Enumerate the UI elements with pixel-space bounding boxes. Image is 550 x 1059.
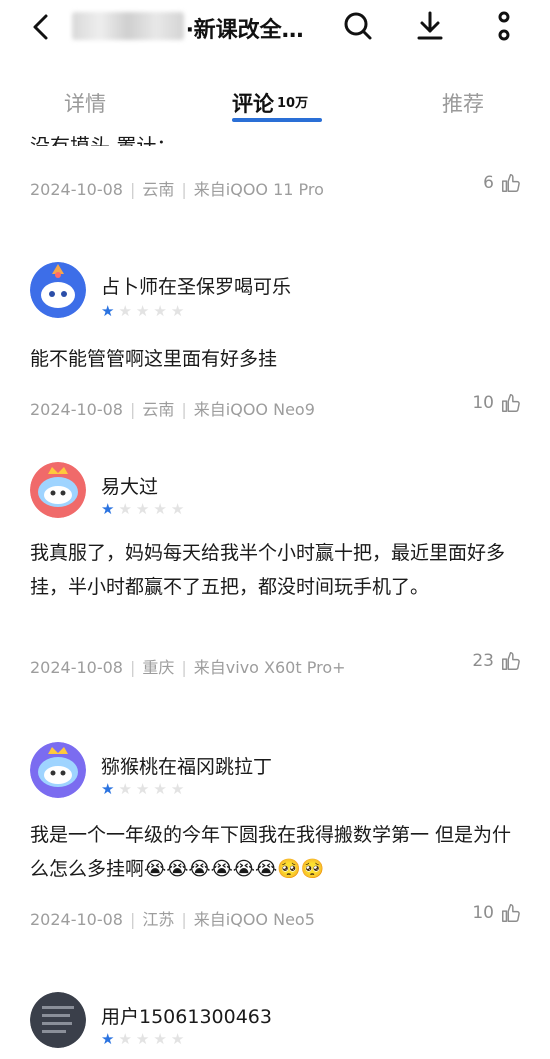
review-text: 能不能管管啊这里面有好多挂 (30, 348, 278, 370)
photo-avatar-icon (30, 992, 86, 1048)
star-rating: ★ ★ ★ ★ ★ (101, 782, 184, 797)
like-button[interactable]: 23 (472, 650, 522, 672)
star-icon: ★ (101, 302, 115, 320)
comment-count-badge: 10万 (277, 96, 309, 111)
top-bar: ‧新课改全… (0, 0, 550, 56)
username: 占卜师在圣保罗喝可乐 (101, 276, 292, 298)
star-icon: ★ (101, 1030, 115, 1048)
username: 用户15061300463 (101, 1006, 272, 1028)
review-meta: 2024-10-08 | 重庆 | 来自vivo X60t Pro+ (30, 658, 346, 677)
star-icon: ★ (135, 302, 150, 320)
star-icon: ★ (170, 1030, 185, 1048)
star-icon: ★ (170, 780, 185, 798)
star-icon: ★ (135, 780, 150, 798)
star-icon: ★ (153, 302, 167, 320)
download-icon[interactable] (412, 8, 448, 44)
thumbs-up-icon (502, 394, 520, 412)
thumbs-up-icon (502, 904, 520, 922)
like-button[interactable]: 10 (472, 902, 522, 924)
star-icon: ★ (101, 500, 115, 518)
tab-details[interactable]: 详情 (64, 88, 106, 118)
cloud-avatar-icon (30, 742, 86, 798)
tab-comments[interactable]: 评论 10万 (232, 88, 308, 118)
tab-bar: 详情 评论 10万 推荐 (0, 80, 550, 130)
star-rating: ★ ★ ★ ★ ★ (101, 304, 184, 319)
avatar[interactable] (30, 742, 86, 798)
username: 易大过 (101, 476, 159, 498)
robot-avatar-icon (30, 262, 86, 318)
more-vertical-icon[interactable] (486, 8, 522, 44)
review-meta: 2024-10-08 | 云南 | 来自iQOO Neo9 (30, 400, 315, 419)
back-arrow-icon[interactable] (26, 10, 56, 44)
star-icon: ★ (153, 500, 167, 518)
partial-review-text: 没有摸头 置计； (30, 134, 177, 146)
search-icon[interactable] (340, 8, 376, 44)
thumbs-up-icon (502, 652, 520, 670)
star-icon: ★ (153, 780, 167, 798)
review-text: 我真服了，妈妈每天给我半个小时赢十把，最近里面好多挂，半小时都赢不了五把，都没时… (30, 542, 506, 598)
like-button[interactable]: 6 (483, 172, 522, 194)
star-icon: ★ (118, 780, 132, 798)
thumbs-up-icon (502, 174, 520, 192)
star-icon: ★ (135, 1030, 150, 1048)
tab-recommend[interactable]: 推荐 (442, 88, 484, 118)
like-button[interactable]: 10 (472, 392, 522, 414)
blurred-app-name (72, 12, 184, 40)
cloud-avatar-icon (30, 462, 86, 518)
star-icon: ★ (170, 500, 185, 518)
review-meta: 2024-10-08 | 云南 | 来自iQOO 11 Pro (30, 180, 324, 199)
star-icon: ★ (118, 1030, 132, 1048)
page-title: ‧新课改全… (186, 18, 304, 43)
star-icon: ★ (170, 302, 185, 320)
star-icon: ★ (101, 780, 115, 798)
active-tab-indicator (232, 118, 322, 122)
review-text: 我是一个一年级的今年下圆我在我得搬数学第一 但是为什么怎么多挂啊😭😭😭😭😭😭🥺🥺 (30, 824, 512, 880)
star-icon: ★ (118, 500, 132, 518)
star-rating: ★ ★ ★ ★ ★ (101, 1032, 184, 1047)
star-icon: ★ (118, 302, 132, 320)
star-icon: ★ (135, 500, 150, 518)
avatar[interactable] (30, 992, 86, 1048)
avatar[interactable] (30, 262, 86, 318)
username: 猕猴桃在福冈跳拉丁 (101, 756, 273, 778)
review-meta: 2024-10-08 | 江苏 | 来自iQOO Neo5 (30, 910, 315, 929)
avatar[interactable] (30, 462, 86, 518)
star-rating: ★ ★ ★ ★ ★ (101, 502, 184, 517)
star-icon: ★ (153, 1030, 167, 1048)
